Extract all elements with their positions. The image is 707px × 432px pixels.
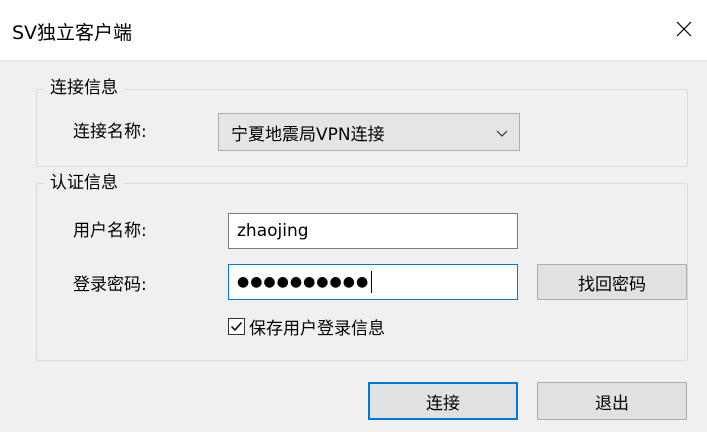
title-bar[interactable]: SV独立客户端 — [0, 0, 707, 60]
connection-name-value: 宁夏地震局VPN连接 — [231, 124, 385, 145]
remember-login-checkbox-row[interactable]: 保存用户登录信息 — [228, 315, 385, 339]
connection-name-select[interactable]: 宁夏地震局VPN连接 — [218, 113, 520, 151]
chevron-down-icon — [496, 130, 508, 137]
remember-login-label: 保存用户登录信息 — [249, 318, 385, 339]
window-title: SV独立客户端 — [12, 22, 133, 44]
exit-button-label: 退出 — [595, 393, 629, 414]
exit-button[interactable]: 退出 — [537, 382, 687, 420]
recover-password-button[interactable]: 找回密码 — [537, 264, 687, 300]
text-caret — [371, 271, 373, 293]
auth-group-title: 认证信息 — [44, 173, 124, 193]
close-icon — [676, 21, 692, 37]
connect-button-label: 连接 — [426, 393, 460, 414]
username-label: 用户名称: — [73, 221, 147, 241]
remember-login-checkbox[interactable] — [228, 317, 245, 335]
connection-group-title: 连接信息 — [44, 78, 124, 98]
password-mask: ●●●●●●●●●● — [237, 274, 370, 290]
recover-password-label: 找回密码 — [578, 274, 646, 295]
checkmark-icon — [230, 321, 243, 331]
connection-name-label: 连接名称: — [73, 122, 147, 142]
close-button[interactable] — [667, 12, 701, 46]
dialog-body: 连接信息 连接名称: 宁夏地震局VPN连接 认证信息 用户名称: zhaojin… — [0, 60, 707, 432]
password-label: 登录密码: — [73, 275, 147, 295]
password-field[interactable]: ●●●●●●●●●● — [228, 264, 518, 300]
connect-button[interactable]: 连接 — [368, 382, 518, 420]
username-value: zhaojing — [237, 221, 309, 241]
username-field[interactable]: zhaojing — [228, 213, 518, 249]
